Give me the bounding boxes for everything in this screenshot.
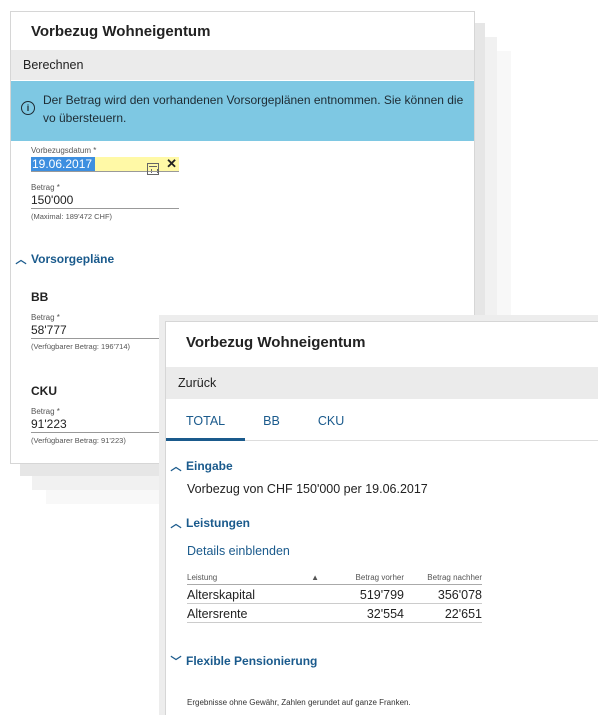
column-header-leistung[interactable]: Leistung ▲ [187, 571, 325, 585]
chevron-down-icon: ﹀ [170, 656, 182, 668]
info-banner: i Der Betrag wird den vorhandenen Vorsor… [11, 81, 474, 141]
cell-betrag-vorher: 519'799 [325, 584, 404, 604]
betrag-label: Betrag * [31, 183, 60, 192]
section-vorsorgeplaene[interactable]: ︿ Vorsorgepläne [15, 251, 115, 267]
info-icon: i [21, 101, 35, 115]
table-row: Alterskapital 519'799 356'078 [187, 584, 482, 604]
bb-betrag-label: Betrag * [31, 313, 60, 322]
toolbar: Berechnen [11, 50, 474, 80]
vorbezugsdatum-value: 19.06.2017 [31, 157, 96, 171]
table-row: Altersrente 32'554 22'651 [187, 603, 482, 623]
column-header-leistung-label: Leistung [187, 573, 218, 582]
tab-total[interactable]: TOTAL [166, 405, 246, 441]
section-eingabe[interactable]: ︿ Eingabe [170, 458, 233, 474]
chevron-up-icon: ︿ [170, 461, 182, 473]
disclaimer-footer: Ergebnisse ohne Gewähr, Zahlen gerundet … [187, 698, 411, 707]
cku-betrag-input[interactable]: 91'223 [31, 416, 179, 433]
cell-betrag-vorher: 32'554 [325, 603, 404, 623]
tab-bb[interactable]: BB [263, 405, 280, 440]
section-leistungen-label: Leistungen [186, 516, 251, 530]
cell-betrag-nachher: 22'651 [404, 603, 482, 623]
betrag-hint: (Maximal: 189'472 CHF) [31, 212, 113, 221]
cell-betrag-nachher: 356'078 [404, 584, 482, 604]
result-toolbar: Zurück [166, 367, 598, 399]
zurueck-button[interactable]: Zurück [176, 373, 218, 393]
clear-icon[interactable]: ✕ [166, 156, 179, 172]
section-flexible-pensionierung[interactable]: ﹀ Flexible Pensionierung [170, 653, 318, 669]
sort-ascending-icon: ▲ [311, 573, 319, 582]
panel-title: Vorbezug Wohneigentum [31, 23, 211, 40]
section-flexible-label: Flexible Pensionierung [186, 654, 318, 668]
chevron-up-icon: ︿ [15, 254, 27, 266]
betrag-input[interactable]: 150'000 [31, 192, 179, 209]
calendar-icon[interactable] [147, 163, 159, 175]
plan-name-bb: BB [31, 290, 49, 304]
column-header-betrag-vorher[interactable]: Betrag vorher [325, 571, 404, 585]
info-text: Der Betrag wird den vorhandenen Vorsorge… [43, 93, 464, 125]
table-header-row: Leistung ▲ Betrag vorher Betrag nachher [187, 571, 482, 585]
vorbezugsdatum-label: Vorbezugsdatum * [31, 146, 97, 155]
bb-betrag-input[interactable]: 58'777 [31, 322, 179, 339]
cell-leistung: Altersrente [187, 603, 325, 623]
cku-betrag-hint: (Verfügbarer Betrag: 91'223) [31, 436, 126, 445]
result-tabs: TOTAL BB CKU [166, 405, 598, 441]
details-einblenden-link[interactable]: Details einblenden [187, 544, 290, 558]
cku-betrag-label: Betrag * [31, 407, 60, 416]
column-header-betrag-nachher[interactable]: Betrag nachher [404, 571, 482, 585]
berechnen-button[interactable]: Berechnen [21, 55, 85, 75]
bb-betrag-hint: (Verfügbarer Betrag: 196'714) [31, 342, 130, 351]
section-leistungen[interactable]: ︿ Leistungen [170, 515, 251, 531]
section-eingabe-label: Eingabe [186, 459, 233, 473]
tab-cku[interactable]: CKU [318, 405, 344, 440]
leistungen-table: Leistung ▲ Betrag vorher Betrag nachher … [187, 571, 482, 623]
section-vorsorgeplaene-label: Vorsorgepläne [31, 252, 115, 266]
plan-name-cku: CKU [31, 384, 57, 398]
eingabe-summary: Vorbezug von CHF 150'000 per 19.06.2017 [187, 482, 428, 496]
vorbezug-result-panel: Vorbezug Wohneigentum Zurück TOTAL BB CK… [165, 321, 598, 715]
chevron-up-icon: ︿ [170, 518, 182, 530]
result-panel-title: Vorbezug Wohneigentum [186, 334, 366, 351]
cell-leistung: Alterskapital [187, 584, 325, 604]
